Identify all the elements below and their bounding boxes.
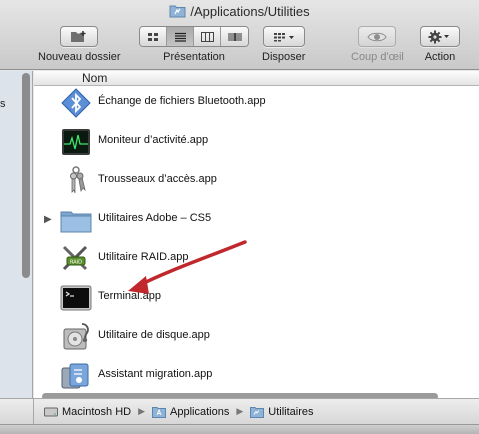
list-item[interactable]: Assistant migration.app bbox=[34, 356, 479, 395]
list-item[interactable]: Échange de fichiers Bluetooth.app bbox=[34, 83, 479, 122]
list-item[interactable]: Terminal.app bbox=[34, 278, 479, 317]
path-separator-icon: ▶ bbox=[138, 406, 145, 416]
file-list: Nom Échange de fichiers Bluetooth.app Mo… bbox=[34, 71, 479, 398]
list-item[interactable]: Moniteur d’activité.app bbox=[34, 122, 479, 161]
icon-view-icon bbox=[148, 32, 158, 41]
path-bar: Macintosh HD ▶ Applications ▶ Utilitaire… bbox=[34, 398, 479, 424]
list-item[interactable]: ▶ Utilitaires Adobe – CS5 bbox=[34, 200, 479, 239]
hard-drive-icon bbox=[44, 407, 58, 416]
sidebar-item-label[interactable]: s bbox=[0, 98, 6, 110]
new-folder-icon bbox=[71, 31, 86, 42]
list-item-name: Assistant migration.app bbox=[98, 368, 213, 380]
eye-icon bbox=[367, 32, 388, 41]
svg-text:RAID: RAID bbox=[70, 260, 82, 266]
view-group: Présentation bbox=[139, 26, 249, 63]
raid-utility-icon: RAID bbox=[62, 245, 88, 271]
utilities-folder-icon bbox=[169, 5, 186, 18]
list-item-name: Échange de fichiers Bluetooth.app bbox=[98, 95, 266, 107]
path-segment-macintosh-hd[interactable]: Macintosh HD bbox=[62, 406, 131, 418]
action-button[interactable] bbox=[420, 26, 460, 47]
arrange-label: Disposer bbox=[262, 51, 306, 63]
list-view-icon bbox=[174, 32, 186, 42]
keychain-icon bbox=[70, 166, 86, 194]
sidebar-scrollbar[interactable] bbox=[22, 73, 30, 278]
list-item[interactable]: RAID Utilitaire RAID.app bbox=[34, 239, 479, 278]
list-item[interactable]: Trousseaux d’accès.app bbox=[34, 161, 479, 200]
gear-icon bbox=[428, 30, 449, 43]
action-label: Action bbox=[424, 51, 456, 63]
list-view-button[interactable] bbox=[167, 27, 194, 46]
disk-utility-icon bbox=[63, 323, 89, 350]
disclosure-triangle-icon[interactable]: ▶ bbox=[44, 214, 52, 225]
list-item-name: Terminal.app bbox=[98, 290, 161, 302]
quicklook-group: Coup d'œil bbox=[351, 26, 404, 63]
terminal-icon bbox=[60, 285, 92, 311]
arrange-icon bbox=[273, 32, 294, 41]
new-folder-group: Nouveau dossier bbox=[38, 26, 121, 63]
sidebar-footer bbox=[0, 398, 34, 424]
activity-monitor-icon bbox=[62, 129, 90, 155]
coverflow-view-button[interactable] bbox=[221, 27, 248, 46]
view-segmented-control bbox=[139, 26, 249, 47]
view-label: Présentation bbox=[163, 51, 225, 63]
window-title-text: /Applications/Utilities bbox=[190, 3, 310, 19]
list-item[interactable]: Utilitaire de disque.app bbox=[34, 317, 479, 356]
path-separator-icon: ▶ bbox=[236, 406, 244, 416]
list-item-name: Trousseaux d’accès.app bbox=[98, 173, 217, 185]
migration-assistant-icon bbox=[61, 363, 89, 389]
action-group: Action bbox=[420, 26, 460, 63]
window-toolbar: /Applications/Utilities Nouveau dossier bbox=[0, 0, 479, 70]
window-title: /Applications/Utilities bbox=[0, 2, 479, 20]
new-folder-button[interactable] bbox=[60, 26, 99, 47]
folder-icon bbox=[60, 211, 92, 233]
arrange-group: Disposer bbox=[262, 26, 305, 63]
list-item-name: Moniteur d’activité.app bbox=[98, 134, 209, 146]
window-bottom-bar bbox=[0, 424, 479, 434]
new-folder-label: Nouveau dossier bbox=[38, 51, 121, 63]
column-view-button[interactable] bbox=[194, 27, 221, 46]
list-item-name: Utilitaire de disque.app bbox=[98, 329, 210, 341]
path-segment-utilities[interactable]: Utilitaires bbox=[268, 406, 313, 418]
sidebar: s bbox=[0, 71, 33, 398]
quicklook-label: Coup d'œil bbox=[351, 51, 404, 63]
icon-view-button[interactable] bbox=[140, 27, 167, 46]
applications-folder-icon bbox=[152, 406, 166, 418]
path-segment-applications[interactable]: Applications bbox=[170, 406, 229, 418]
column-view-icon bbox=[200, 31, 214, 42]
list-item-name: Utilitaire RAID.app bbox=[98, 251, 189, 263]
list-item-name: Utilitaires Adobe – CS5 bbox=[98, 212, 212, 224]
arrange-button[interactable] bbox=[262, 26, 305, 47]
utilities-folder-icon bbox=[250, 406, 265, 418]
coverflow-view-icon bbox=[227, 32, 242, 41]
quicklook-button[interactable] bbox=[358, 26, 397, 47]
bluetooth-exchange-icon bbox=[61, 88, 91, 118]
